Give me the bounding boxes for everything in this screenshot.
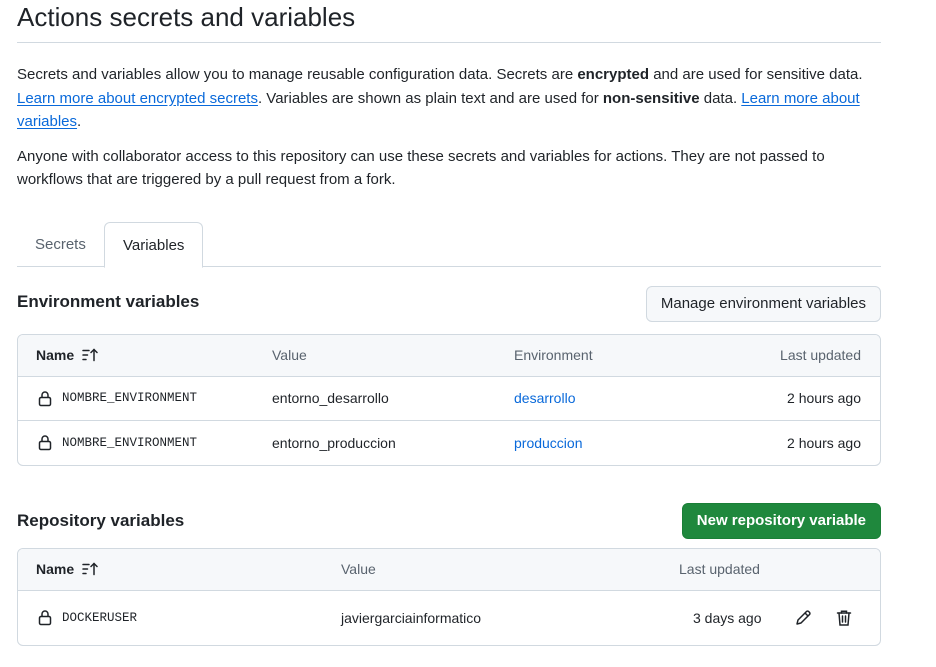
- intro-paragraph-1: Secrets and variables allow you to manag…: [17, 63, 881, 134]
- variable-name-cell: NOMBRE_ENVIRONMENT: [37, 421, 197, 465]
- tab-bar: Secrets Variables: [17, 221, 881, 268]
- column-name[interactable]: Name: [36, 335, 98, 376]
- column-name-label: Name: [36, 561, 75, 577]
- intro-text-c: and are used for sensitive data.: [649, 66, 863, 83]
- manage-environment-variables-button[interactable]: Manage environment variables: [645, 285, 881, 322]
- variable-name: NOMBRE_ENVIRONMENT: [62, 435, 198, 450]
- variable-last-updated: 3 days ago: [693, 609, 762, 626]
- intro-text: Secrets and variables allow you to manag…: [17, 63, 881, 192]
- intro-text-a: Secrets and variables allow you to manag…: [17, 66, 578, 83]
- repository-variables-table: Name Value Last updated DOCKERUSER javie…: [17, 547, 881, 646]
- intro-text-d: . Variables are shown as plain text and …: [257, 89, 603, 107]
- column-environment: Environment: [514, 347, 593, 363]
- variable-environment-link[interactable]: desarrollo: [514, 377, 575, 420]
- variable-last-updated: 2 hours ago: [787, 390, 861, 406]
- lock-icon: [37, 390, 53, 407]
- repository-variables-header: Repository variables New repository vari…: [17, 502, 881, 543]
- table-header: Name Value Last updated: [18, 548, 880, 591]
- intro-text-g: .: [77, 113, 82, 130]
- variable-last-updated: 2 hours ago: [787, 434, 861, 451]
- tab-secrets[interactable]: Secrets: [17, 222, 104, 267]
- variable-value: entorno_produccion: [272, 434, 396, 451]
- lock-icon: [37, 609, 53, 626]
- learn-more-secrets-link[interactable]: Learn more about encrypted secrets: [17, 90, 258, 107]
- table-header: Name Value Environment Last updated: [18, 334, 880, 377]
- variable-value: entorno_desarrollo: [272, 390, 389, 406]
- environment-link[interactable]: produccion: [514, 435, 583, 451]
- tab-variables[interactable]: Variables: [104, 221, 204, 268]
- variable-environment-link[interactable]: produccion: [514, 421, 583, 465]
- variable-name-cell: DOCKERUSER: [37, 591, 137, 645]
- environment-variables-title: Environment variables: [17, 291, 200, 311]
- table-row: NOMBRE_ENVIRONMENT entorno_produccion pr…: [18, 421, 880, 465]
- intro-paragraph-2: Anyone with collaborator access to this …: [17, 147, 825, 189]
- lock-icon: [37, 434, 53, 451]
- sort-ascending-icon[interactable]: [82, 562, 98, 576]
- intro-text-non-sensitive: non-sensitive: [602, 89, 700, 107]
- variable-name: NOMBRE_ENVIRONMENT: [62, 391, 198, 405]
- column-value: Value: [341, 561, 376, 577]
- variable-name-cell: NOMBRE_ENVIRONMENT: [37, 377, 197, 420]
- new-repository-variable-button[interactable]: New repository variable: [681, 502, 881, 539]
- column-name[interactable]: Name: [36, 549, 98, 590]
- sort-ascending-icon[interactable]: [82, 348, 98, 362]
- column-name-label: Name: [36, 347, 75, 363]
- table-row: DOCKERUSER javiergarciainformatico 3 day…: [18, 591, 880, 645]
- pencil-icon[interactable]: [794, 609, 812, 627]
- delete-variable-button[interactable]: [836, 591, 852, 645]
- environment-variables-header: Environment variables Manage environment…: [17, 285, 881, 326]
- page-title: Actions secrets and variables: [17, 0, 881, 43]
- repository-variables-title: Repository variables: [17, 510, 185, 530]
- settings-page: Actions secrets and variables Secrets an…: [17, 0, 881, 646]
- intro-text-encrypted: encrypted: [577, 66, 650, 83]
- environment-variables-table: Name Value Environment Last updated NOMB…: [17, 333, 881, 466]
- column-last-updated: Last updated: [679, 561, 760, 577]
- column-last-updated: Last updated: [780, 347, 861, 363]
- edit-variable-button[interactable]: [794, 591, 812, 645]
- column-value: Value: [272, 347, 307, 363]
- trash-icon[interactable]: [836, 609, 852, 627]
- variable-name: DOCKERUSER: [62, 610, 138, 625]
- variable-value: javiergarciainformatico: [341, 609, 482, 626]
- intro-text-f: data.: [699, 89, 742, 107]
- environment-link[interactable]: desarrollo: [514, 390, 575, 406]
- table-row: NOMBRE_ENVIRONMENT entorno_desarrollo de…: [18, 377, 880, 421]
